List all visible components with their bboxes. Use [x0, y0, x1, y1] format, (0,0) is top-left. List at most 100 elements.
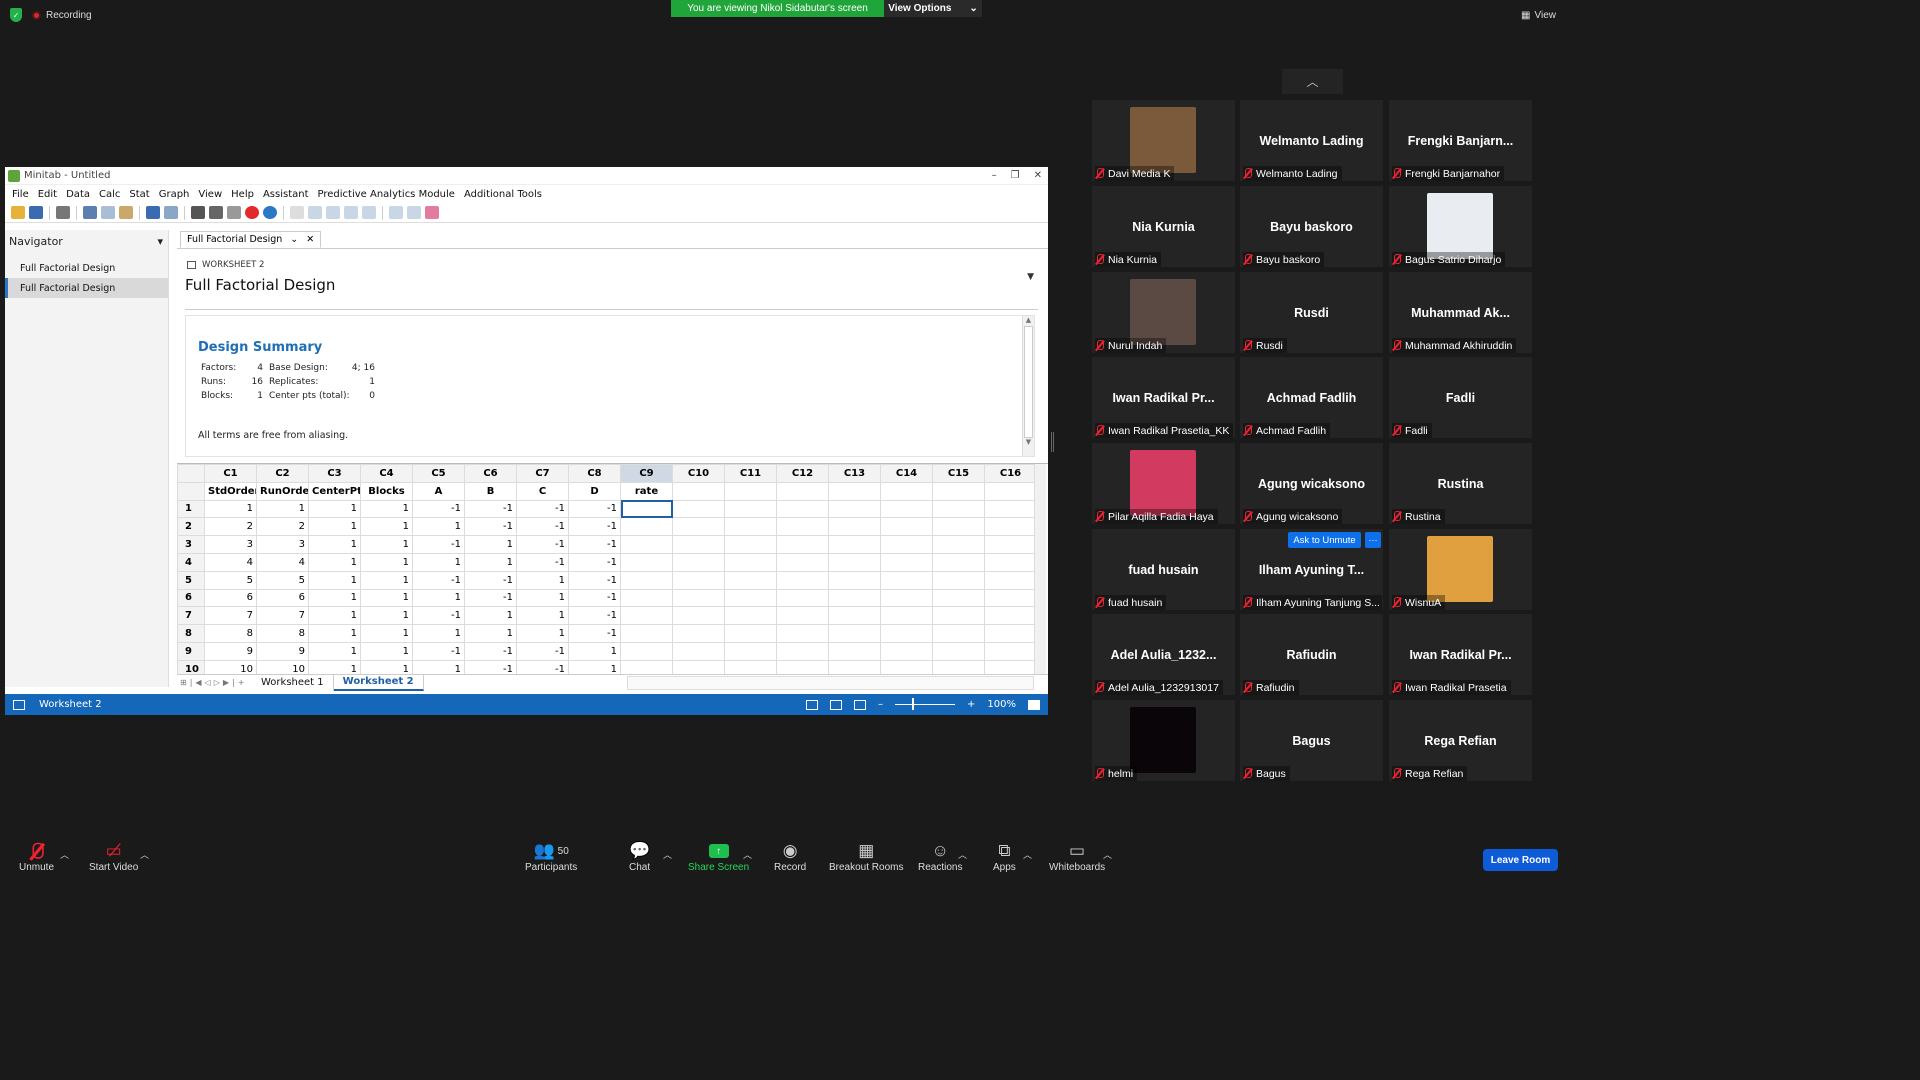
grid-cell[interactable]: [828, 570, 881, 590]
grid-cell[interactable]: [880, 588, 933, 608]
record-button[interactable]: ◉ Record: [774, 840, 806, 873]
grid-cell[interactable]: [776, 499, 829, 519]
column-id[interactable]: C12: [776, 464, 829, 483]
menu-item-graph[interactable]: Graph: [159, 189, 190, 200]
grid-cell[interactable]: [672, 641, 725, 661]
grid-cell[interactable]: -1: [412, 499, 465, 519]
grid-cell[interactable]: 1: [360, 570, 413, 590]
grid-cell[interactable]: [724, 624, 777, 643]
share-options-caret-icon[interactable]: ︿: [743, 848, 752, 861]
row-number[interactable]: 4: [177, 552, 205, 572]
grid-cell[interactable]: [776, 624, 829, 643]
grid-cell[interactable]: 1: [308, 624, 361, 643]
column-id[interactable]: C15: [932, 464, 985, 483]
window-icon[interactable]: [191, 206, 205, 219]
grid-cell[interactable]: 1: [256, 499, 309, 519]
grid-cell[interactable]: [724, 499, 777, 519]
grid-cell[interactable]: [932, 606, 985, 626]
column-id[interactable]: C2: [256, 464, 309, 483]
grid-cell[interactable]: -1: [568, 570, 621, 590]
grid-cell[interactable]: [880, 570, 933, 590]
grid-cell[interactable]: -1: [568, 535, 621, 554]
column-id[interactable]: C4: [360, 464, 413, 483]
column-name[interactable]: CenterPt: [308, 481, 361, 501]
grid-cell[interactable]: [984, 499, 1037, 519]
paste-icon[interactable]: [119, 206, 133, 219]
insert-columns-icon[interactable]: [326, 206, 340, 219]
grid-cell[interactable]: [776, 535, 829, 554]
view-options-button[interactable]: View Options ⌄: [884, 0, 982, 17]
participant-tile[interactable]: Agung wicaksono Agung wicaksono: [1240, 443, 1383, 524]
grid-cell[interactable]: -1: [412, 570, 465, 590]
help-icon[interactable]: [263, 206, 277, 219]
participant-tile[interactable]: Fadli Fadli: [1389, 357, 1532, 438]
column-id[interactable]: C10: [672, 464, 725, 483]
split-view-icon[interactable]: [854, 699, 867, 710]
grid-cell[interactable]: 9: [204, 641, 257, 661]
restore-icon[interactable]: ❐: [1011, 170, 1020, 181]
grid-cell[interactable]: [724, 552, 777, 572]
grid-cell[interactable]: [620, 588, 673, 608]
recording-indicator[interactable]: Recording: [32, 10, 92, 21]
grid-cell[interactable]: 1: [412, 588, 465, 608]
grid-cell[interactable]: [620, 499, 673, 519]
formula-icon[interactable]: [290, 206, 304, 219]
grid-cell[interactable]: -1: [464, 570, 517, 590]
row-number[interactable]: 5: [177, 570, 205, 590]
grid-cell[interactable]: [828, 517, 881, 537]
grid-cell[interactable]: [620, 570, 673, 590]
grid-cell[interactable]: [672, 624, 725, 643]
grid-cell[interactable]: [672, 517, 725, 537]
grid-cell[interactable]: [672, 535, 725, 554]
grid-cell[interactable]: 1: [360, 624, 413, 643]
chat-button[interactable]: 💬 Chat: [629, 840, 650, 873]
collapse-icon[interactable]: ▼: [1027, 272, 1034, 282]
eraser-icon[interactable]: [425, 206, 439, 219]
participant-tile[interactable]: Bagus Bagus: [1240, 700, 1383, 781]
zoom-in-icon[interactable]: +: [967, 699, 975, 710]
grid-cell[interactable]: 1: [516, 570, 569, 590]
grid-scrollbar[interactable]: [1034, 464, 1046, 674]
apps-options-caret-icon[interactable]: ︿: [1023, 848, 1032, 861]
find-icon[interactable]: [209, 206, 223, 219]
grid-cell[interactable]: 1: [412, 517, 465, 537]
shield-icon[interactable]: ✓: [10, 8, 22, 22]
column-name[interactable]: [672, 481, 725, 501]
close-icon[interactable]: ✕: [1034, 170, 1042, 181]
grid-cell[interactable]: [724, 641, 777, 661]
whiteboards-button[interactable]: ▭ Whiteboards: [1049, 840, 1105, 873]
grid-cell[interactable]: 7: [204, 606, 257, 626]
corner-cell[interactable]: [177, 464, 205, 483]
column-name[interactable]: D: [568, 481, 621, 501]
grid-cell[interactable]: 1: [412, 552, 465, 572]
sheet-nav-arrows[interactable]: ⊞|◀◁▷▶|+: [177, 678, 252, 687]
column-id[interactable]: C14: [880, 464, 933, 483]
menu-item-assistant[interactable]: Assistant: [263, 189, 309, 200]
navigator-item-selected[interactable]: Full Factorial Design: [5, 278, 168, 298]
grid-cell[interactable]: -1: [568, 624, 621, 643]
grid-cell[interactable]: [672, 570, 725, 590]
grid-cell[interactable]: [984, 570, 1037, 590]
grid-cell[interactable]: [672, 552, 725, 572]
grid-cell[interactable]: 1: [308, 552, 361, 572]
grid-cell[interactable]: [828, 624, 881, 643]
grid-cell[interactable]: -1: [412, 641, 465, 661]
grid-cell[interactable]: -1: [412, 535, 465, 554]
gallery-up-button[interactable]: ︿: [1282, 69, 1343, 94]
grid-cell[interactable]: [984, 606, 1037, 626]
grid-cell[interactable]: 8: [204, 624, 257, 643]
grid-cell[interactable]: 1: [204, 499, 257, 519]
column-name[interactable]: B: [464, 481, 517, 501]
grid-cell[interactable]: -1: [464, 588, 517, 608]
grid-cell[interactable]: [932, 624, 985, 643]
row-number[interactable]: 1: [177, 499, 205, 519]
column-name[interactable]: C: [516, 481, 569, 501]
participant-tile[interactable]: WisnuA: [1389, 529, 1532, 610]
grid-cell[interactable]: [828, 552, 881, 572]
grid-cell[interactable]: [724, 606, 777, 626]
row-number[interactable]: 3: [177, 535, 205, 554]
column-id[interactable]: C9: [620, 464, 673, 483]
grid-cell[interactable]: -1: [568, 517, 621, 537]
grid-cell[interactable]: 3: [204, 535, 257, 554]
grid-cell[interactable]: 1: [360, 499, 413, 519]
